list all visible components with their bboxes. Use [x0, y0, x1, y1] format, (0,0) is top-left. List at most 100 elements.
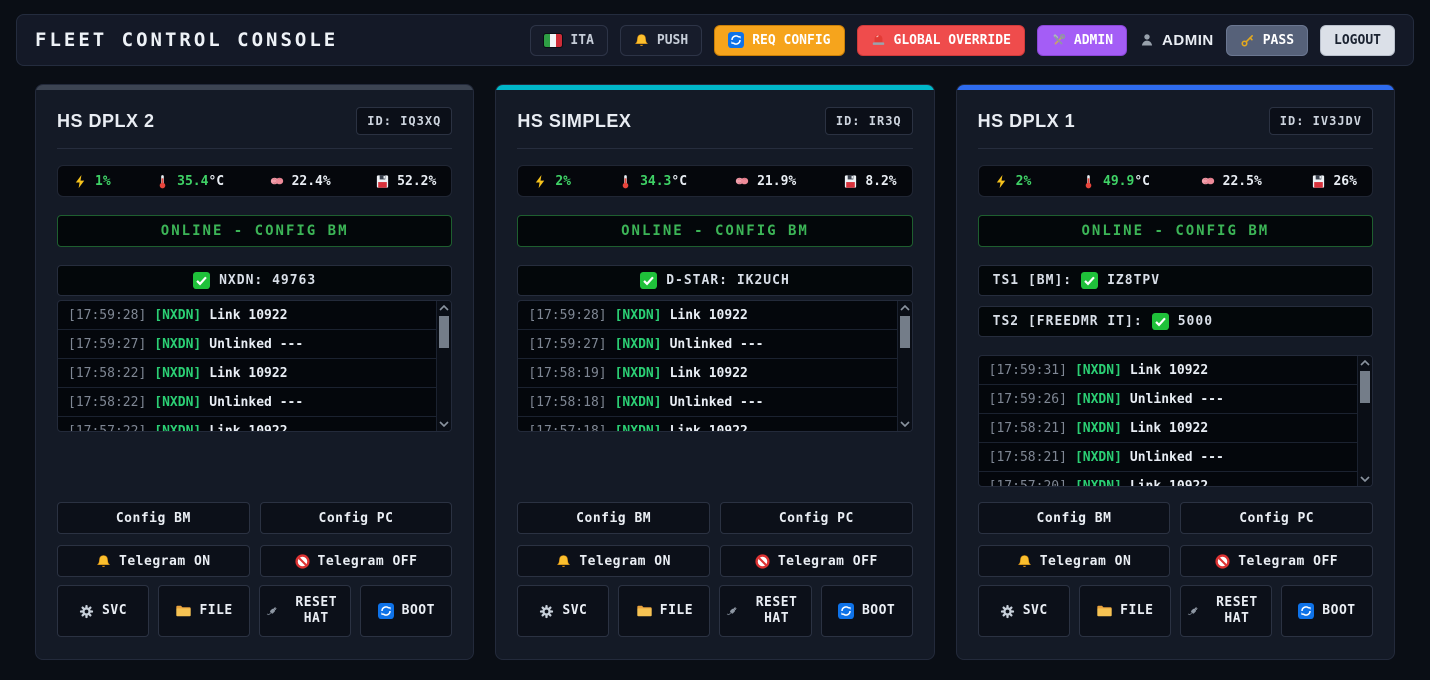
gear-icon — [539, 604, 554, 619]
bell-icon — [96, 554, 111, 569]
network-value: NXDN: 49763 — [219, 273, 316, 288]
telegram-off-button[interactable]: Telegram OFF — [1180, 545, 1373, 577]
gear-icon — [1000, 604, 1015, 619]
telegram-off-button[interactable]: Telegram OFF — [720, 545, 913, 577]
network-row-ts1: TS1 [BM]: IZ8TPV — [978, 265, 1373, 296]
log-row: [17:58:18][NXDN]Unlinked --- — [518, 388, 896, 417]
config-bm-button[interactable]: Config BM — [57, 502, 250, 534]
reset-hat-button[interactable]: RESET HAT — [1180, 585, 1272, 637]
config-pc-button[interactable]: Config PC — [720, 502, 913, 534]
config-pc-button[interactable]: Config PC — [260, 502, 453, 534]
siren-icon — [871, 33, 886, 48]
file-button[interactable]: FILE — [618, 585, 710, 637]
bell-icon — [556, 554, 571, 569]
telegram-on-button[interactable]: Telegram ON — [57, 545, 250, 577]
folder-icon — [636, 603, 652, 619]
telegram-on-button[interactable]: Telegram ON — [517, 545, 710, 577]
power-stat: 1% — [73, 174, 111, 189]
bell-icon — [1017, 554, 1032, 569]
scroll-up-icon[interactable] — [439, 305, 449, 311]
gear-icon — [79, 604, 94, 619]
push-button[interactable]: PUSH — [620, 25, 702, 56]
log-row: [17:58:19][NXDN]Link 10922 — [518, 359, 896, 388]
network-row: NXDN: 49763 — [57, 265, 452, 296]
log-panel: [17:59:31][NXDN]Link 10922 [17:59:26][NX… — [978, 355, 1373, 487]
scrollbar-thumb[interactable] — [900, 316, 910, 348]
card-title: HS SIMPLEX — [517, 111, 631, 132]
scroll-down-icon[interactable] — [900, 421, 910, 427]
user-bust-icon — [1139, 32, 1155, 48]
pass-button[interactable]: PASS — [1226, 25, 1308, 56]
file-button[interactable]: FILE — [1079, 585, 1171, 637]
svc-button[interactable]: SVC — [517, 585, 609, 637]
boot-button[interactable]: BOOT — [360, 585, 452, 637]
reset-hat-button[interactable]: RESET HAT — [259, 585, 351, 637]
admin-button[interactable]: ADMIN — [1037, 25, 1127, 56]
scroll-down-icon[interactable] — [1360, 476, 1370, 482]
brain-icon — [269, 173, 285, 189]
card-title: HS DPLX 1 — [978, 111, 1076, 132]
log-row: [17:57:22][NXDN]Link 10922 — [58, 417, 436, 432]
log-row: [17:59:31][NXDN]Link 10922 — [979, 356, 1357, 385]
svc-button[interactable]: SVC — [978, 585, 1070, 637]
boot-button[interactable]: BOOT — [821, 585, 913, 637]
floppy-icon — [1311, 174, 1326, 189]
cpu-stat: 21.9% — [734, 173, 796, 189]
language-button[interactable]: ITA — [530, 25, 607, 56]
log-row: [17:59:28][NXDN]Link 10922 — [58, 301, 436, 330]
scrollbar[interactable] — [1357, 356, 1372, 486]
svc-button[interactable]: SVC — [57, 585, 149, 637]
telegram-off-button[interactable]: Telegram OFF — [260, 545, 453, 577]
scrollbar[interactable] — [436, 301, 451, 431]
log-row: [17:59:28][NXDN]Link 10922 — [518, 301, 896, 330]
check-icon — [1152, 313, 1169, 330]
check-icon — [640, 272, 657, 289]
stats-bar: 1% 35.4°C 22.4% 52.2% — [57, 165, 452, 197]
network-row: D-STAR: IK2UCH — [517, 265, 912, 296]
device-id-badge: ID: IQ3XQ — [356, 107, 452, 135]
status-banner: ONLINE - CONFIG BM — [978, 215, 1373, 247]
card-title: HS DPLX 2 — [57, 111, 155, 132]
card-accent-bar — [496, 85, 933, 90]
cpu-stat: 22.4% — [269, 173, 331, 189]
status-banner: ONLINE - CONFIG BM — [517, 215, 912, 247]
config-pc-button[interactable]: Config PC — [1180, 502, 1373, 534]
thermometer-icon — [155, 174, 170, 189]
config-bm-button[interactable]: Config BM — [517, 502, 710, 534]
reset-hat-button[interactable]: RESET HAT — [719, 585, 811, 637]
global-override-button[interactable]: GLOBAL OVERRIDE — [857, 25, 1025, 56]
top-bar: FLEET CONTROL CONSOLE ITA PUSH REQ CONFI… — [16, 14, 1414, 66]
log-row: [17:58:21][NXDN]Link 10922 — [979, 414, 1357, 443]
scroll-up-icon[interactable] — [900, 305, 910, 311]
divider — [57, 148, 452, 149]
log-row: [17:59:27][NXDN]Unlinked --- — [58, 330, 436, 359]
stats-bar: 2% 49.9°C 22.5% 26% — [978, 165, 1373, 197]
device-id-badge: ID: IV3JDV — [1269, 107, 1373, 135]
logout-button[interactable]: LOGOUT — [1320, 25, 1395, 56]
scrollbar-thumb[interactable] — [439, 316, 449, 348]
log-panel: [17:59:28][NXDN]Link 10922 [17:59:27][NX… — [517, 300, 912, 432]
req-config-button[interactable]: REQ CONFIG — [714, 25, 844, 56]
scrollbar-thumb[interactable] — [1360, 371, 1370, 403]
scroll-up-icon[interactable] — [1360, 360, 1370, 366]
scroll-down-icon[interactable] — [439, 421, 449, 427]
bolt-icon — [994, 174, 1009, 189]
telegram-on-button[interactable]: Telegram ON — [978, 545, 1171, 577]
temperature-stat: 34.3°C — [618, 174, 687, 189]
file-button[interactable]: FILE — [158, 585, 250, 637]
disk-stat: 8.2% — [843, 174, 896, 189]
scrollbar[interactable] — [897, 301, 912, 431]
brain-icon — [734, 173, 750, 189]
user-label: ADMIN — [1162, 32, 1214, 49]
plug-icon — [725, 604, 739, 619]
card-accent-bar — [957, 85, 1394, 90]
disk-stat: 52.2% — [375, 174, 436, 189]
sync-icon — [728, 32, 744, 48]
network-label: TS2 [FREEDMR IT]: — [993, 314, 1143, 329]
no-entry-icon — [295, 554, 310, 569]
divider — [517, 148, 912, 149]
boot-button[interactable]: BOOT — [1281, 585, 1373, 637]
config-bm-button[interactable]: Config BM — [978, 502, 1171, 534]
cpu-stat: 22.5% — [1200, 173, 1262, 189]
device-id-badge: ID: IR3Q — [825, 107, 913, 135]
